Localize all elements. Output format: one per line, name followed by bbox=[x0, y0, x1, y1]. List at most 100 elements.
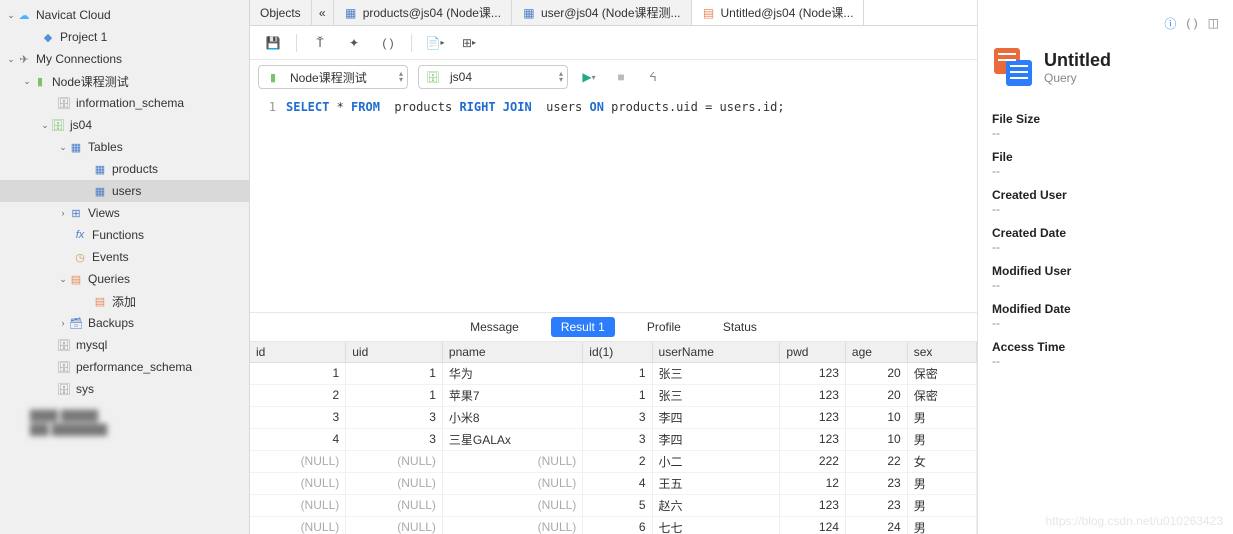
cell[interactable]: 赵六 bbox=[652, 494, 780, 516]
rtab-status[interactable]: Status bbox=[713, 317, 767, 337]
tree-functions[interactable]: fxFunctions bbox=[0, 224, 249, 246]
cell[interactable]: (NULL) bbox=[346, 494, 443, 516]
builder-button[interactable]: ⊞▸ bbox=[458, 32, 480, 54]
cell[interactable]: 123 bbox=[780, 494, 846, 516]
tree-cloud[interactable]: ⌄☁Navicat Cloud bbox=[0, 4, 249, 26]
cell[interactable]: 男 bbox=[907, 516, 976, 534]
cell[interactable]: 123 bbox=[780, 406, 846, 428]
tree-products[interactable]: ▦products bbox=[0, 158, 249, 180]
table-row[interactable]: (NULL)(NULL)(NULL)4王五1223男 bbox=[250, 472, 977, 494]
tree-project[interactable]: ◆Project 1 bbox=[0, 26, 249, 48]
cell[interactable]: 1 bbox=[583, 362, 652, 384]
tab-objects[interactable]: Objects bbox=[250, 0, 312, 25]
cell[interactable]: 小二 bbox=[652, 450, 780, 472]
cell[interactable]: 10 bbox=[845, 406, 907, 428]
col-header[interactable]: pname bbox=[442, 342, 582, 362]
cell[interactable]: 男 bbox=[907, 472, 976, 494]
cell[interactable]: 10 bbox=[845, 428, 907, 450]
tree-myconn[interactable]: ⌄✈My Connections bbox=[0, 48, 249, 70]
cell[interactable]: 华为 bbox=[442, 362, 582, 384]
cell[interactable]: (NULL) bbox=[442, 450, 582, 472]
cell[interactable]: (NULL) bbox=[250, 472, 346, 494]
layout-icon[interactable]: ◫ bbox=[1208, 16, 1219, 30]
cell[interactable]: 李四 bbox=[652, 406, 780, 428]
col-header[interactable]: id bbox=[250, 342, 346, 362]
cell[interactable]: 24 bbox=[845, 516, 907, 534]
paren-button[interactable]: ( ) bbox=[377, 32, 399, 54]
stop-button[interactable]: ■ bbox=[610, 66, 632, 88]
cell[interactable]: 3 bbox=[346, 428, 443, 450]
tree-backups[interactable]: ›🗃Backups bbox=[0, 312, 249, 334]
cell[interactable]: 1 bbox=[583, 384, 652, 406]
cell[interactable]: 三星GALAx bbox=[442, 428, 582, 450]
cell[interactable]: 222 bbox=[780, 450, 846, 472]
result-grid[interactable]: iduidpnameid(1)userNamepwdagesex 11华为1张三… bbox=[250, 342, 977, 534]
tree-infoschema[interactable]: 🗄information_schema bbox=[0, 92, 249, 114]
cell[interactable]: (NULL) bbox=[250, 494, 346, 516]
cell[interactable]: 23 bbox=[845, 472, 907, 494]
explain-plan-button[interactable]: ᔦ bbox=[642, 66, 664, 88]
cell[interactable]: 男 bbox=[907, 494, 976, 516]
cell[interactable]: 男 bbox=[907, 406, 976, 428]
sql-code[interactable]: SELECT * FROM products RIGHT JOIN users … bbox=[286, 98, 785, 116]
cell[interactable]: 123 bbox=[780, 384, 846, 406]
tree-events[interactable]: ◷Events bbox=[0, 246, 249, 268]
table-row[interactable]: (NULL)(NULL)(NULL)6七七12424男 bbox=[250, 516, 977, 534]
rtab-result[interactable]: Result 1 bbox=[551, 317, 615, 337]
cell[interactable]: 123 bbox=[780, 428, 846, 450]
cell[interactable]: 2 bbox=[583, 450, 652, 472]
table-row[interactable]: 11华为1张三12320保密 bbox=[250, 362, 977, 384]
info-icon[interactable]: ⓘ bbox=[1164, 15, 1176, 32]
cell[interactable]: 12 bbox=[780, 472, 846, 494]
col-header[interactable]: id(1) bbox=[583, 342, 652, 362]
tree-views[interactable]: ›⊞Views bbox=[0, 202, 249, 224]
cell[interactable]: 1 bbox=[346, 384, 443, 406]
rtab-profile[interactable]: Profile bbox=[637, 317, 691, 337]
tree-queries[interactable]: ⌄▤Queries bbox=[0, 268, 249, 290]
cell[interactable]: 小米8 bbox=[442, 406, 582, 428]
cell[interactable]: 七七 bbox=[652, 516, 780, 534]
cell[interactable]: 23 bbox=[845, 494, 907, 516]
cell[interactable]: 123 bbox=[780, 362, 846, 384]
cell[interactable]: (NULL) bbox=[442, 516, 582, 534]
cell[interactable]: (NULL) bbox=[442, 472, 582, 494]
cell[interactable]: (NULL) bbox=[250, 516, 346, 534]
tree-sys[interactable]: 🗄sys bbox=[0, 378, 249, 400]
cell[interactable]: 20 bbox=[845, 384, 907, 406]
cell[interactable]: 3 bbox=[346, 406, 443, 428]
col-header[interactable]: age bbox=[845, 342, 907, 362]
beautify-button[interactable]: ✦ bbox=[343, 32, 365, 54]
table-row[interactable]: (NULL)(NULL)(NULL)5赵六12323男 bbox=[250, 494, 977, 516]
tab-prev[interactable]: « bbox=[312, 0, 334, 25]
save-button[interactable]: 💾 bbox=[262, 32, 284, 54]
cell[interactable]: (NULL) bbox=[346, 516, 443, 534]
cell[interactable]: 5 bbox=[583, 494, 652, 516]
cell[interactable]: 1 bbox=[346, 362, 443, 384]
run-button[interactable]: ▶▾ bbox=[578, 66, 600, 88]
cell[interactable]: 3 bbox=[250, 406, 346, 428]
tree-users[interactable]: ▦users bbox=[0, 180, 249, 202]
cell[interactable]: (NULL) bbox=[346, 450, 443, 472]
paren-icon[interactable]: ( ) bbox=[1186, 16, 1197, 30]
tab-products[interactable]: ▦products@js04 (Node课... bbox=[334, 0, 512, 25]
cell[interactable]: (NULL) bbox=[442, 494, 582, 516]
cell[interactable]: 李四 bbox=[652, 428, 780, 450]
cell[interactable]: 3 bbox=[583, 406, 652, 428]
cell[interactable]: 女 bbox=[907, 450, 976, 472]
sql-editor[interactable]: 1 SELECT * FROM products RIGHT JOIN user… bbox=[250, 94, 977, 120]
tree-tables[interactable]: ⌄▦Tables bbox=[0, 136, 249, 158]
tree-conn[interactable]: ⌄▮Node课程测试 bbox=[0, 70, 249, 92]
cell[interactable]: 22 bbox=[845, 450, 907, 472]
cell[interactable]: 苹果7 bbox=[442, 384, 582, 406]
table-row[interactable]: 21苹果71张三12320保密 bbox=[250, 384, 977, 406]
export-button[interactable]: 📄▸ bbox=[424, 32, 446, 54]
tab-user[interactable]: ▦user@js04 (Node课程测... bbox=[512, 0, 692, 25]
database-dropdown[interactable]: 🗄js04▴▾ bbox=[418, 65, 568, 89]
cell[interactable]: 保密 bbox=[907, 362, 976, 384]
explain-button[interactable]: Ť bbox=[309, 32, 331, 54]
cell[interactable]: 保密 bbox=[907, 384, 976, 406]
cell[interactable]: 124 bbox=[780, 516, 846, 534]
cell[interactable]: 20 bbox=[845, 362, 907, 384]
table-row[interactable]: 33小米83李四12310男 bbox=[250, 406, 977, 428]
tree-query-add[interactable]: ▤添加 bbox=[0, 290, 249, 312]
